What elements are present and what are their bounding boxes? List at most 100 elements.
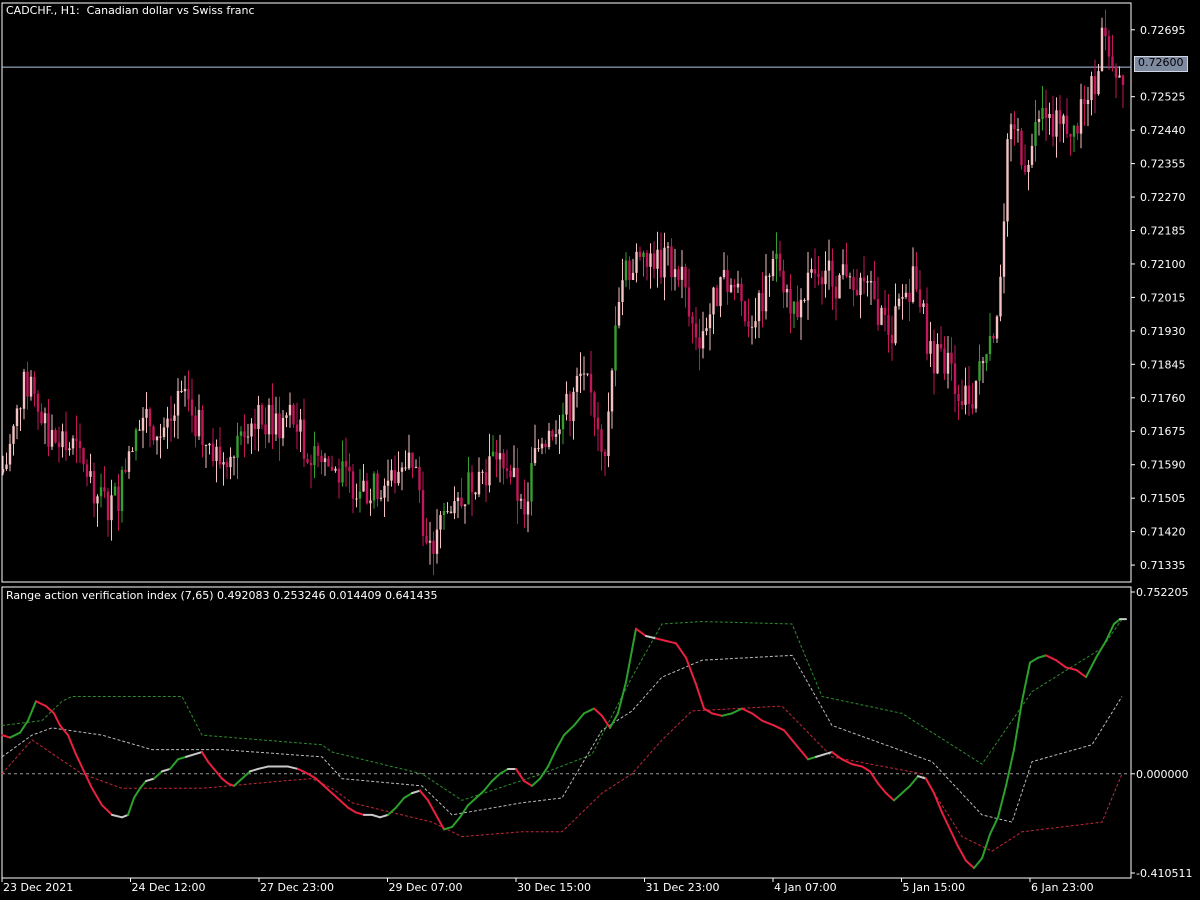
price-tick-label: 0.71505	[1140, 492, 1186, 505]
indicator-segment	[989, 816, 999, 836]
candle	[750, 315, 754, 345]
indicator-segment	[323, 784, 333, 795]
candle-body	[173, 415, 176, 421]
indicator-segment	[675, 642, 687, 659]
candle	[166, 406, 169, 449]
candle-body	[243, 431, 246, 438]
timeframe-label: H1:	[60, 4, 80, 17]
price-tick-label: 0.72270	[1140, 191, 1186, 204]
indicator-segment	[997, 784, 1007, 819]
candle-body	[922, 303, 925, 307]
candle-body	[96, 496, 99, 504]
candle-body	[761, 293, 764, 312]
candle-body	[897, 298, 901, 307]
candle	[642, 250, 645, 277]
candle-body	[579, 373, 582, 376]
candle	[558, 415, 561, 455]
indicator-segment	[617, 680, 627, 715]
candle	[383, 478, 386, 518]
candle	[1118, 66, 1121, 78]
candle-body	[145, 408, 148, 418]
candle	[36, 390, 40, 430]
candle	[778, 240, 782, 277]
candle	[803, 298, 806, 303]
candle	[225, 458, 229, 479]
trading-chart-window[interactable]: 0.72695 0.72525 0.72440 0.72355 0.72270 0.721…	[0, 0, 1200, 900]
candle	[330, 455, 334, 471]
candle-body	[642, 252, 645, 258]
candle	[1023, 144, 1027, 176]
candle	[1030, 133, 1034, 169]
candle-body	[575, 375, 579, 392]
candle-body	[43, 413, 47, 424]
candle-body	[1023, 165, 1027, 173]
indicator-segment	[957, 845, 967, 862]
candle-body	[586, 373, 589, 375]
candle-body	[215, 446, 218, 461]
price-tick-label: 0.71675	[1140, 425, 1186, 438]
candle-body	[166, 418, 169, 428]
indicator-segment	[435, 813, 445, 831]
candle-body	[813, 269, 817, 274]
candle-body	[89, 471, 92, 477]
indicator-segment	[851, 763, 863, 768]
indicator-segment	[807, 755, 817, 761]
candle-body	[113, 486, 117, 496]
indicator-segment	[193, 751, 203, 756]
candle	[645, 250, 649, 281]
candle-body	[26, 371, 29, 397]
candle-body	[197, 409, 201, 437]
candle	[785, 284, 789, 308]
indicator-segment	[287, 765, 299, 770]
candle	[138, 419, 141, 431]
candle	[733, 279, 736, 301]
indicator-segment	[917, 775, 927, 780]
candle-body	[271, 404, 274, 435]
candle	[873, 260, 876, 300]
candle-body	[684, 266, 687, 288]
candle	[981, 356, 985, 383]
candle-body	[953, 363, 957, 394]
candle-body	[8, 443, 12, 465]
candle-body	[124, 469, 127, 472]
candle	[400, 462, 404, 491]
candle	[488, 433, 491, 493]
candle-body	[551, 430, 554, 437]
candle	[1083, 85, 1086, 126]
candle-body	[740, 283, 743, 302]
candle	[901, 284, 904, 320]
candle-body	[523, 498, 526, 515]
candle	[460, 477, 463, 509]
chart-canvas[interactable]: 0.72695 0.72525 0.72440 0.72355 0.72270 0.721…	[0, 0, 1200, 900]
candle-body	[943, 348, 946, 374]
candle	[117, 473, 120, 531]
time-tick-label: 27 Dec 23:00	[260, 881, 334, 894]
candle-body	[817, 273, 820, 278]
indicator-segment	[751, 712, 763, 722]
candle-body	[131, 451, 134, 453]
candle	[183, 375, 187, 407]
indicator-segment	[91, 787, 103, 807]
candle	[351, 464, 355, 514]
candle	[866, 275, 869, 297]
candle-body	[1086, 100, 1090, 105]
candle	[302, 398, 306, 468]
indicator-segment	[1075, 668, 1087, 679]
indicator-segment	[531, 777, 541, 787]
candle	[806, 252, 810, 320]
indicator-segment	[331, 792, 341, 802]
indicator-segment	[925, 777, 935, 795]
candle-body	[1062, 115, 1065, 124]
candle-body	[1037, 119, 1041, 122]
candle-body	[362, 480, 365, 492]
candle	[957, 384, 960, 420]
candle-body	[694, 323, 698, 338]
indicator-segment	[1013, 700, 1023, 751]
indicator-segment	[695, 683, 705, 710]
candle	[362, 464, 365, 492]
candle	[29, 370, 33, 401]
candle	[411, 452, 414, 479]
candle-body	[698, 337, 701, 349]
candle	[271, 383, 274, 450]
candle	[1072, 124, 1076, 152]
